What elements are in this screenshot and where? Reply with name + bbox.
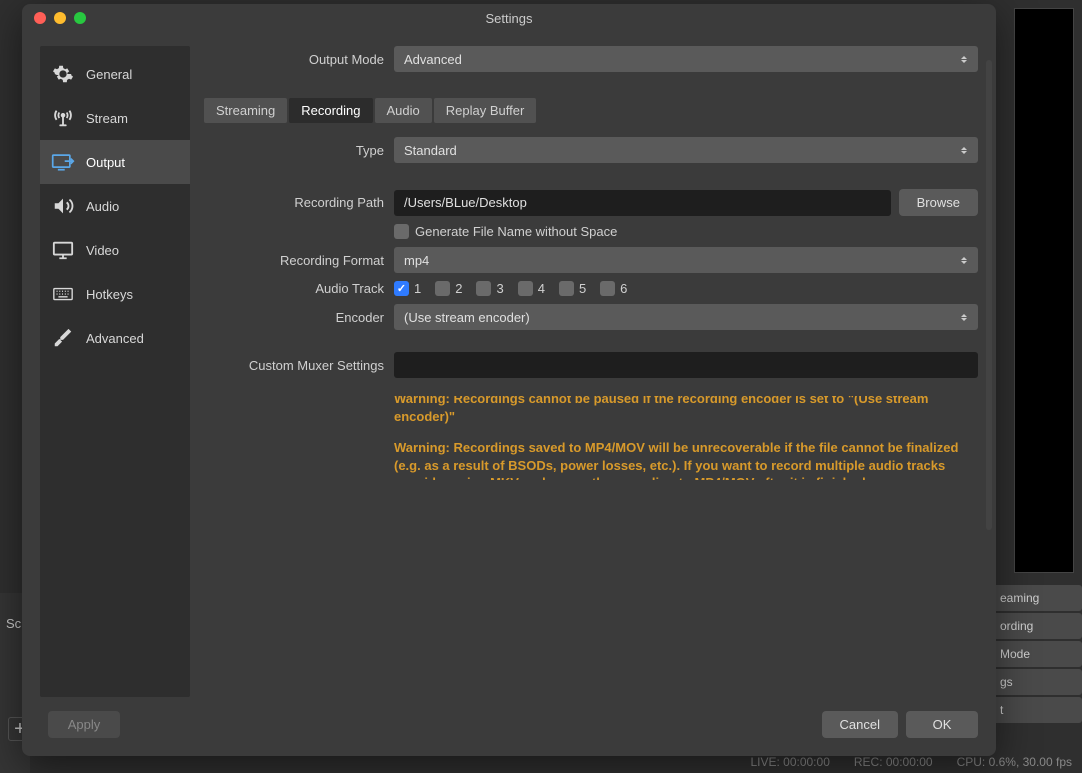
- tools-icon: [50, 327, 76, 349]
- audio-track-6-checkbox[interactable]: [600, 281, 615, 296]
- warning-text-2: Warning: Recordings saved to MP4/MOV wil…: [394, 439, 978, 480]
- apply-button[interactable]: Apply: [48, 711, 120, 738]
- encoder-label: Encoder: [204, 310, 384, 325]
- ok-button[interactable]: OK: [906, 711, 978, 738]
- recording-path-input[interactable]: [394, 190, 891, 216]
- sidebar-item-general[interactable]: General: [40, 52, 190, 96]
- output-tabs: Streaming Recording Audio Replay Buffer: [204, 98, 978, 123]
- titlebar: Settings: [22, 4, 996, 32]
- monitor-icon: [50, 239, 76, 261]
- warning-text-1: Warning: Recordings cannot be paused if …: [394, 396, 978, 425]
- status-live: LIVE: 00:00:00: [750, 755, 829, 769]
- generate-no-space-checkbox[interactable]: [394, 224, 409, 239]
- encoder-select[interactable]: (Use stream encoder): [394, 304, 978, 330]
- status-rec: REC: 00:00:00: [854, 755, 933, 769]
- start-streaming-button[interactable]: eaming: [992, 585, 1082, 611]
- output-icon: [50, 151, 76, 173]
- scrollbar[interactable]: [986, 60, 992, 530]
- dialog-footer: Apply Cancel OK: [22, 697, 996, 756]
- audio-track-4-checkbox[interactable]: [518, 281, 533, 296]
- audio-track-5-checkbox[interactable]: [559, 281, 574, 296]
- recording-path-label: Recording Path: [204, 195, 384, 210]
- warning-area: Warning: Recordings cannot be paused if …: [394, 396, 978, 480]
- sidebar-item-label: General: [86, 67, 132, 82]
- settings-button[interactable]: gs: [992, 669, 1082, 695]
- recording-format-label: Recording Format: [204, 253, 384, 268]
- settings-sidebar: General Stream Output Audio: [40, 46, 190, 697]
- output-mode-select[interactable]: Advanced: [394, 46, 978, 72]
- chevron-updown-icon: [956, 251, 972, 269]
- sidebar-item-label: Stream: [86, 111, 128, 126]
- browse-button[interactable]: Browse: [899, 189, 978, 216]
- exit-button[interactable]: t: [992, 697, 1082, 723]
- sidebar-item-advanced[interactable]: Advanced: [40, 316, 190, 360]
- status-cpu: CPU: 0.6%, 30.00 fps: [957, 755, 1072, 769]
- gear-icon: [50, 63, 76, 85]
- tab-streaming[interactable]: Streaming: [204, 98, 287, 123]
- dialog-title: Settings: [22, 11, 996, 26]
- sidebar-item-output[interactable]: Output: [40, 140, 190, 184]
- speaker-icon: [50, 195, 76, 217]
- sidebar-item-audio[interactable]: Audio: [40, 184, 190, 228]
- settings-content: Output Mode Advanced Streaming Recording…: [204, 46, 978, 697]
- keyboard-icon: [50, 283, 76, 305]
- sidebar-item-video[interactable]: Video: [40, 228, 190, 272]
- scenes-label-fragment: Sc: [6, 616, 21, 631]
- cancel-button[interactable]: Cancel: [822, 711, 898, 738]
- close-icon[interactable]: [34, 12, 46, 24]
- chevron-updown-icon: [956, 141, 972, 159]
- start-recording-button[interactable]: ording: [992, 613, 1082, 639]
- sidebar-item-label: Output: [86, 155, 125, 170]
- settings-dialog: Settings General Stream Output: [22, 4, 996, 756]
- recording-format-select[interactable]: mp4: [394, 247, 978, 273]
- type-label: Type: [204, 143, 384, 158]
- tab-audio[interactable]: Audio: [375, 98, 432, 123]
- status-bar: LIVE: 00:00:00 REC: 00:00:00 CPU: 0.6%, …: [750, 755, 1072, 769]
- type-select[interactable]: Standard: [394, 137, 978, 163]
- controls-panel: eaming ording Mode gs t: [992, 585, 1082, 723]
- broadcast-icon: [50, 107, 76, 129]
- minimize-icon[interactable]: [54, 12, 66, 24]
- sidebar-item-stream[interactable]: Stream: [40, 96, 190, 140]
- tab-recording[interactable]: Recording: [289, 98, 372, 123]
- chevron-updown-icon: [956, 308, 972, 326]
- preview-area: [1014, 8, 1074, 573]
- muxer-label: Custom Muxer Settings: [204, 358, 384, 373]
- sidebar-item-label: Video: [86, 243, 119, 258]
- output-mode-label: Output Mode: [204, 52, 384, 67]
- audio-track-label: Audio Track: [204, 281, 384, 296]
- chevron-updown-icon: [956, 50, 972, 68]
- sidebar-item-label: Advanced: [86, 331, 144, 346]
- audio-track-3-checkbox[interactable]: [476, 281, 491, 296]
- maximize-icon[interactable]: [74, 12, 86, 24]
- audio-track-1-checkbox[interactable]: [394, 281, 409, 296]
- sidebar-item-label: Hotkeys: [86, 287, 133, 302]
- audio-track-2-checkbox[interactable]: [435, 281, 450, 296]
- studio-mode-button[interactable]: Mode: [992, 641, 1082, 667]
- sidebar-item-label: Audio: [86, 199, 119, 214]
- sidebar-item-hotkeys[interactable]: Hotkeys: [40, 272, 190, 316]
- tab-replay-buffer[interactable]: Replay Buffer: [434, 98, 537, 123]
- generate-no-space-label: Generate File Name without Space: [415, 224, 617, 239]
- muxer-input[interactable]: [394, 352, 978, 378]
